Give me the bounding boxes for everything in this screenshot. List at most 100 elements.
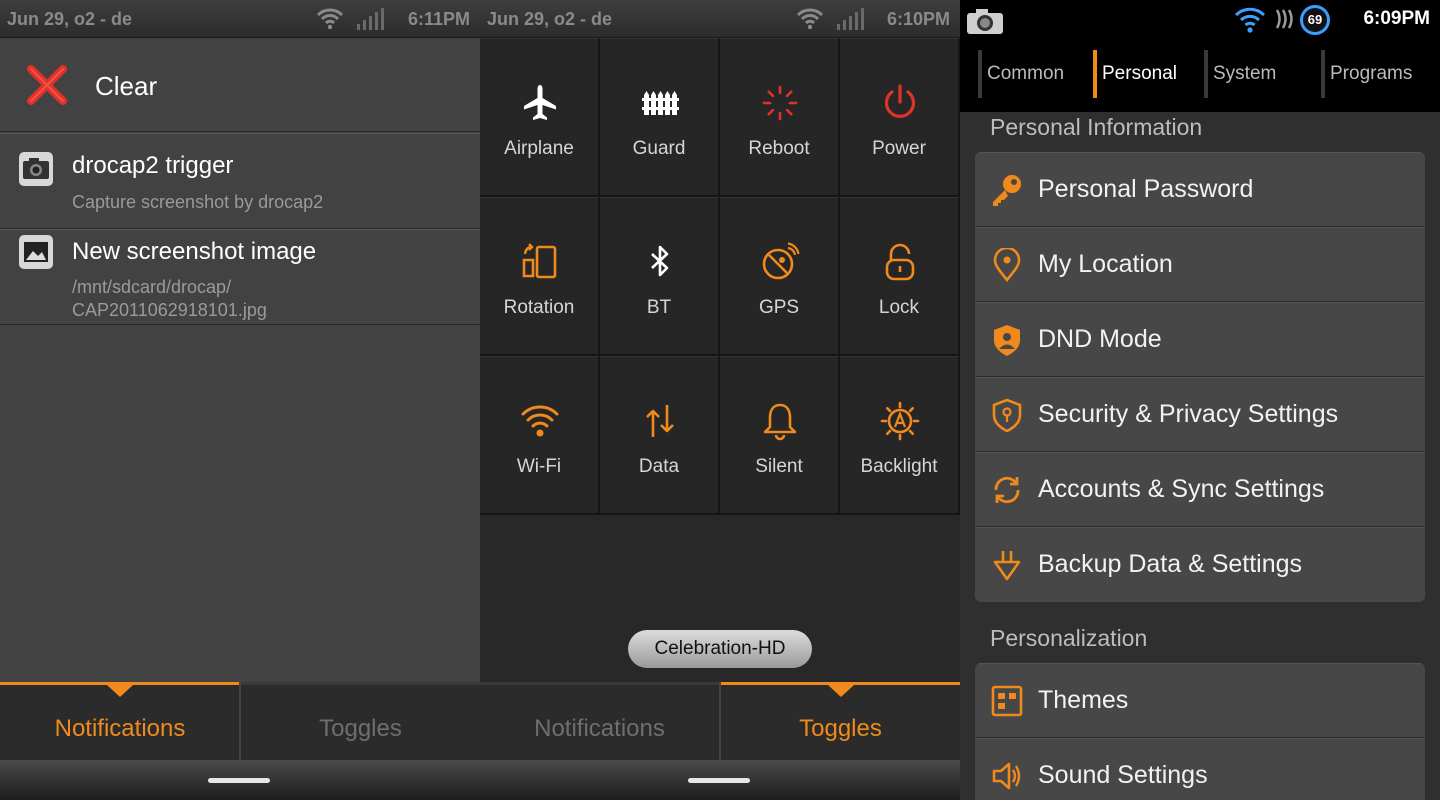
settings-item-label: My Location [1038, 250, 1173, 278]
toggle-bluetooth[interactable]: BT [600, 197, 720, 356]
section-header-personalization: Personalization [990, 625, 1148, 651]
tab-label: Notifications [534, 715, 665, 742]
tab-notifications[interactable]: Notifications [0, 682, 240, 760]
dnd-shield-icon [994, 325, 1020, 356]
tab-label: Personal [1102, 63, 1177, 84]
toggle-wifi[interactable]: Wi-Fi [480, 356, 600, 515]
fence-icon [642, 91, 679, 115]
drawer-handle[interactable] [208, 778, 270, 783]
status-bar: 69 6:09PM [960, 0, 1440, 38]
settings-item-label: Accounts & Sync Settings [1038, 475, 1325, 503]
toggle-guard[interactable]: Guard [600, 38, 720, 197]
tab-toggles[interactable]: Toggles [721, 682, 960, 760]
settings-item-label: Themes [1038, 686, 1129, 714]
sync-icon [994, 476, 1020, 504]
rotation-icon [522, 243, 557, 279]
settings-item-label: Personal Password [1038, 175, 1254, 203]
active-caret-icon [828, 685, 854, 697]
speaker-icon [992, 762, 1021, 790]
tab-label: Toggles [799, 715, 882, 742]
tab-indicator [978, 50, 982, 98]
toggle-lock[interactable]: Lock [840, 197, 960, 356]
settings-item-my-location[interactable]: My Location [975, 227, 1425, 302]
status-bar: Jun 29, o2 - de 6:11PM [0, 0, 480, 38]
tab-common[interactable]: Common [978, 50, 1065, 98]
battery-indicator: 69 [1300, 5, 1330, 35]
toggle-label: Backlight [860, 456, 938, 477]
settings-item-themes[interactable]: Themes [975, 663, 1425, 738]
clear-label: Clear [95, 71, 158, 101]
signal-bars-icon [357, 8, 384, 30]
tab-label: System [1213, 63, 1277, 84]
notifications-panel: Jun 29, o2 - de 6:11PM Clear drocap2 tri… [0, 0, 480, 800]
toggle-power[interactable]: Power [840, 38, 960, 197]
toggle-label: Lock [878, 297, 920, 318]
notification-item[interactable]: New screenshot image /mnt/sdcard/drocap/… [0, 229, 480, 325]
bottom-tabs: Notifications Toggles [480, 682, 960, 760]
camera-status-icon [967, 9, 1003, 34]
tab-label: Notifications [54, 715, 186, 742]
backup-icon [993, 551, 1021, 581]
bell-icon [763, 403, 797, 441]
notification-title: drocap2 trigger [72, 152, 234, 179]
airplane-icon [524, 85, 556, 120]
tab-indicator [1204, 50, 1208, 98]
toggle-label: BT [646, 297, 672, 318]
settings-item-accounts-sync[interactable]: Accounts & Sync Settings [975, 452, 1425, 527]
toggle-label: Guard [632, 138, 686, 159]
toggle-gps[interactable]: GPS [720, 197, 840, 356]
signal-bars-icon [837, 8, 864, 30]
settings-panel: 69 6:09PM Common Personal System Program… [960, 0, 1440, 800]
notification-desc: /mnt/sdcard/drocap/ [72, 277, 232, 297]
drawer-handle[interactable] [688, 778, 750, 783]
signal-wave-icon [1275, 9, 1293, 29]
drawer-bottom-bar [480, 760, 960, 800]
status-bar: Jun 29, o2 - de 6:10PM [480, 0, 960, 38]
tab-label: Common [987, 63, 1065, 84]
theme-badge: Celebration-HD [628, 630, 812, 668]
settings-item-personal-password[interactable]: Personal Password [975, 152, 1425, 227]
status-time: 6:10PM [886, 9, 950, 29]
key-icon [993, 175, 1021, 206]
tab-notifications[interactable]: Notifications [480, 682, 719, 760]
settings-item-security-privacy[interactable]: Security & Privacy Settings [975, 377, 1425, 452]
tab-programs[interactable]: Programs [1321, 50, 1412, 98]
wifi-icon [521, 405, 559, 437]
toggle-label: Rotation [503, 297, 575, 318]
toggle-airplane[interactable]: Airplane [480, 38, 600, 197]
auto-brightness-icon [880, 401, 920, 441]
status-date-carrier: Jun 29, o2 - de [7, 9, 133, 29]
drawer-bottom-bar [0, 760, 480, 800]
settings-item-backup-data[interactable]: Backup Data & Settings [975, 527, 1425, 602]
settings-item-label: DND Mode [1038, 325, 1162, 353]
status-date-carrier: Jun 29, o2 - de [487, 9, 613, 29]
data-arrows-icon [646, 405, 674, 437]
section-header-personal: Personal Information [990, 114, 1203, 140]
settings-item-sound-settings[interactable]: Sound Settings [975, 738, 1425, 800]
toggle-rotation[interactable]: Rotation [480, 197, 600, 356]
toggle-label: Wi-Fi [516, 456, 562, 477]
tab-indicator [1321, 50, 1325, 98]
gps-satellite-icon [762, 242, 800, 280]
security-shield-icon [992, 398, 1022, 432]
toggles-panel: Jun 29, o2 - de 6:10PM Airplane Guard Re… [480, 0, 960, 800]
settings-item-dnd-mode[interactable]: DND Mode [975, 302, 1425, 377]
toggle-reboot[interactable]: Reboot [720, 38, 840, 197]
camera-icon [19, 152, 53, 186]
notification-item[interactable]: drocap2 trigger Capture screenshot by dr… [0, 133, 480, 229]
themes-icon [991, 685, 1023, 717]
toggle-silent[interactable]: Silent [720, 356, 840, 515]
tab-toggles[interactable]: Toggles [241, 682, 480, 760]
status-time: 6:11PM [407, 9, 470, 29]
power-icon [884, 84, 916, 118]
image-file-icon [19, 235, 53, 269]
toggle-data[interactable]: Data [600, 356, 720, 515]
clear-x-icon [27, 65, 67, 105]
tab-system[interactable]: System [1204, 50, 1277, 98]
toggle-label: GPS [758, 297, 800, 318]
toggle-backlight[interactable]: Backlight [840, 356, 960, 515]
clear-notifications-button[interactable]: Clear [0, 38, 480, 132]
tab-personal[interactable]: Personal [1093, 50, 1177, 98]
active-caret-icon [107, 685, 133, 697]
toggle-label: Data [638, 456, 680, 477]
